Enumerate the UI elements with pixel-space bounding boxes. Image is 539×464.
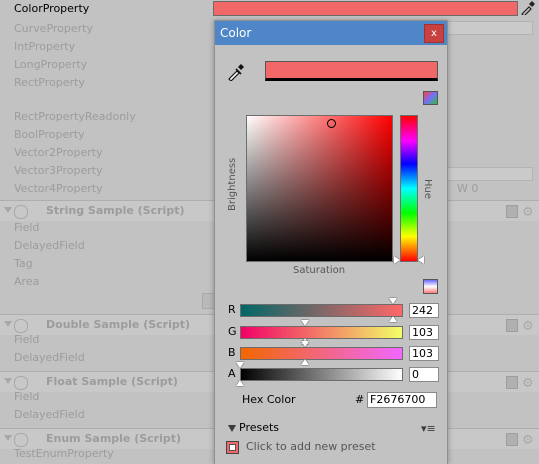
delayed-field-label: DelayedField [14,351,85,364]
hash-label: # [355,393,365,406]
hue-slider[interactable] [400,115,418,262]
hex-color-label: Hex Color [242,393,296,406]
field-label: Field [14,390,40,403]
brightness-label: Brightness [227,157,238,211]
script-icon [14,376,28,390]
channel-slider-b[interactable] [240,347,403,360]
channel-label-r: R [228,303,236,316]
help-book-icon[interactable] [506,319,518,332]
presets-menu-icon[interactable]: ▾≡ [421,422,436,435]
help-book-icon[interactable] [506,205,518,218]
sv-cursor[interactable] [327,119,337,129]
hue-label: Hue [422,179,433,200]
channel-label-b: B [228,346,236,359]
channel-value-b[interactable]: 103 [409,346,439,361]
script-icon [14,205,28,219]
foldout-arrow-icon[interactable] [4,207,12,213]
vector4-w-value: W 0 [457,182,479,195]
channel-value-g[interactable]: 103 [409,325,439,340]
property-label: LongProperty [14,58,88,71]
saturation-brightness-box[interactable] [246,115,393,262]
tag-label: Tag [14,257,33,270]
foldout-arrow-icon[interactable] [4,435,12,441]
field-label: Field [14,221,40,234]
property-label: IntProperty [14,40,76,53]
property-label: RectPropertyReadonly [14,110,136,123]
slider-thumb-icon[interactable] [388,298,397,304]
slider-mode-icon[interactable] [423,279,438,294]
color-preview-swatch [265,61,438,81]
delayed-field-label: DelayedField [14,408,85,421]
add-preset-label[interactable]: Click to add new preset [246,440,376,453]
channel-slider-g[interactable] [240,326,403,339]
title-bar[interactable]: Color x [215,21,447,45]
script-icon [14,433,28,447]
component-title: String Sample (Script) [46,204,185,217]
foldout-arrow-icon[interactable] [4,321,12,327]
color-picker-window: Color x Brightness Hue Saturation R 242 G 1… [214,20,448,464]
channel-label-a: A [228,367,236,380]
channel-slider-a[interactable] [240,368,403,381]
presets-label[interactable]: Presets [239,421,279,434]
channel-value-a[interactable]: 0 [409,367,439,382]
eyedropper-icon[interactable] [227,63,245,81]
slider-thumb-icon[interactable] [236,380,244,386]
component-title: Float Sample (Script) [46,375,178,388]
property-label: Vector2Property [14,146,103,159]
property-label: BoolProperty [14,128,85,141]
gear-icon[interactable]: ⚙ [522,317,534,337]
property-label: RectProperty [14,76,85,89]
test-enum-property-label: TestEnumProperty [14,447,114,460]
area-label: Area [14,275,40,288]
component-title: Double Sample (Script) [46,318,191,331]
presets-foldout-icon[interactable] [228,425,236,432]
eyedropper-icon[interactable] [519,1,535,15]
property-label: CurveProperty [14,22,93,35]
gear-icon[interactable]: ⚙ [522,374,534,394]
field-label: Field [14,333,40,346]
vector3-field[interactable] [445,167,533,181]
gear-icon[interactable]: ⚙ [522,431,534,451]
delayed-field-label: DelayedField [14,239,85,252]
saturation-label: Saturation [293,265,346,276]
foldout-arrow-icon[interactable] [4,378,12,384]
channel-slider-r[interactable] [240,304,403,317]
close-button[interactable]: x [424,24,444,43]
curve-field[interactable] [445,21,533,35]
help-book-icon[interactable] [506,376,518,389]
help-book-icon[interactable] [506,433,518,446]
preset-swatch[interactable] [226,441,239,454]
window-title: Color [220,26,252,40]
color-property-field[interactable] [213,1,518,16]
gear-icon[interactable]: ⚙ [522,203,534,223]
slider-thumb-icon[interactable] [236,362,244,368]
property-label: Vector3Property [14,164,103,177]
hue-arrow-left-icon[interactable] [394,256,400,264]
property-label: Vector4Property [14,182,103,195]
hue-arrow-right-icon[interactable] [418,256,424,264]
hex-color-input[interactable]: F2676700 [367,392,437,408]
channel-value-r[interactable]: 242 [409,303,439,318]
slider-thumb-icon[interactable] [301,359,310,365]
slider-thumb-icon[interactable] [301,320,310,326]
slider-thumb-icon[interactable] [301,341,310,347]
channel-label-g: G [228,325,237,338]
color-mode-icon[interactable] [423,91,438,105]
color-property-label: ColorProperty [14,2,90,15]
slider-thumb-icon[interactable] [388,316,397,322]
script-icon [14,319,28,333]
